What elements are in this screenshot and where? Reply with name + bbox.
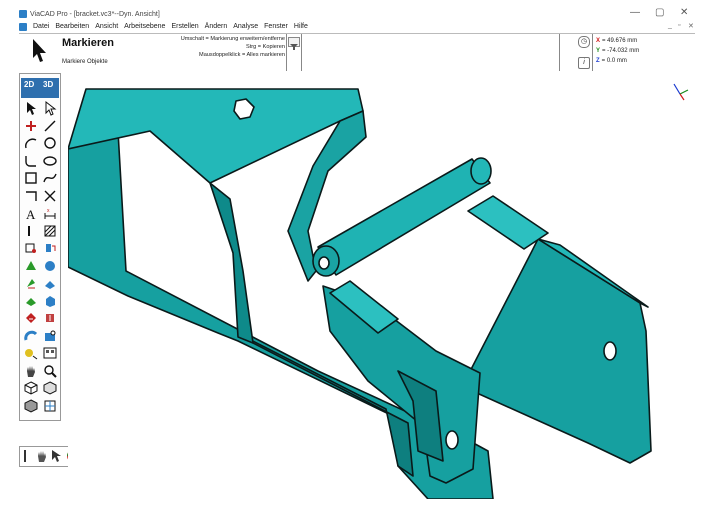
divider xyxy=(592,34,593,71)
hatch-icon[interactable] xyxy=(42,223,58,239)
fillet-icon[interactable] xyxy=(23,153,39,169)
tool-name: Markieren xyxy=(62,37,114,49)
menu-aendern[interactable]: Ändern xyxy=(205,23,228,30)
view-cube-icon[interactable] xyxy=(42,380,58,396)
svg-text:A: A xyxy=(26,207,36,221)
tool-hints: Umschalt = Markierung erweitern/entferne… xyxy=(119,35,285,59)
trim-icon[interactable] xyxy=(23,188,39,204)
z-axis-label: Z xyxy=(596,58,600,64)
tool-description: Markiere Objekte xyxy=(62,59,108,65)
x-axis-label: X xyxy=(596,38,601,44)
window-title: ViaCAD Pro - [bracket.vc3*--Dyn. Ansicht… xyxy=(30,11,160,18)
spline-icon[interactable] xyxy=(42,170,58,186)
circle-icon[interactable] xyxy=(42,135,58,151)
hint-ctrl: Strg = Kopieren xyxy=(245,44,285,50)
menu-hilfe[interactable]: Hilfe xyxy=(294,23,308,30)
boolean-add-icon[interactable] xyxy=(23,310,39,326)
trim-curve-icon[interactable] xyxy=(23,240,39,256)
pin-far-cap xyxy=(470,157,492,185)
box-icon[interactable] xyxy=(42,293,58,309)
divider xyxy=(286,34,287,71)
clip-upper xyxy=(467,195,549,250)
mdi-close-button[interactable]: ✕ xyxy=(688,22,694,30)
x-coordinate: = 49.676 mm xyxy=(602,38,638,44)
clock-icon[interactable]: ◷ xyxy=(578,36,590,48)
pan-icon[interactable] xyxy=(23,363,39,379)
boolean-sub-icon[interactable] xyxy=(42,310,58,326)
pin-cylinder xyxy=(317,158,491,276)
menu-analyse[interactable]: Analyse xyxy=(233,23,258,30)
menu-bar: Datei Bearbeiten Ansicht Arbeitsebene Er… xyxy=(19,21,695,32)
divider xyxy=(301,34,302,71)
left-arm-hole xyxy=(445,430,459,450)
model-viewport[interactable] xyxy=(68,71,695,499)
pin-hole xyxy=(318,256,330,270)
point-icon[interactable] xyxy=(23,118,39,134)
zoom-icon[interactable] xyxy=(42,363,58,379)
menu-datei[interactable]: Datei xyxy=(33,23,49,30)
tool-info-bar: Markieren Markiere Objekte Umschalt = Ma… xyxy=(19,33,695,72)
bracket-right-arm xyxy=(463,238,652,464)
coordinate-panel: ◷ i X = 49.676 mm Y = -74.032 mm Z = 0.0 mm xyxy=(575,34,695,71)
divider xyxy=(559,34,560,71)
rectangle-icon[interactable] xyxy=(23,170,39,186)
mdi-minimize-button[interactable]: _ xyxy=(668,22,672,29)
select-outline-icon[interactable] xyxy=(42,100,58,116)
view-iso-icon[interactable] xyxy=(23,380,39,396)
menu-ansicht[interactable]: Ansicht xyxy=(95,23,118,30)
document-icon[interactable] xyxy=(19,22,27,31)
hint-doubleclick: Mausdoppelklick = Alles markieren xyxy=(199,52,285,58)
blend-icon[interactable] xyxy=(42,328,58,344)
menu-erstellen[interactable]: Erstellen xyxy=(171,23,198,30)
dimension-icon[interactable]: x xyxy=(42,205,58,221)
mode-toggle[interactable]: 2D 3D xyxy=(21,78,59,98)
menu-fenster[interactable]: Fenster xyxy=(264,23,288,30)
close-button[interactable]: ✕ xyxy=(680,7,688,18)
y-axis-label: Y xyxy=(596,48,601,54)
minimize-button[interactable]: — xyxy=(630,7,640,18)
info-icon[interactable]: i xyxy=(578,57,590,69)
extrude-icon[interactable] xyxy=(23,275,39,291)
right-arm-hole xyxy=(603,341,617,361)
mirror-icon[interactable] xyxy=(42,240,58,256)
title-bar: ViaCAD Pro - [bracket.vc3*--Dyn. Ansicht… xyxy=(0,0,713,21)
app-icon xyxy=(19,10,27,18)
menu-bearbeiten[interactable]: Bearbeiten xyxy=(55,23,89,30)
text-icon[interactable]: A xyxy=(23,205,39,222)
line-icon[interactable] xyxy=(42,118,58,134)
select-zoom-icon[interactable] xyxy=(49,448,65,464)
label-icon[interactable] xyxy=(23,223,39,239)
filter-icon[interactable] xyxy=(288,37,300,50)
menu-arbeitsebene[interactable]: Arbeitsebene xyxy=(124,23,165,30)
arc-icon[interactable] xyxy=(23,135,39,151)
select-arrow-icon[interactable] xyxy=(23,100,39,116)
light-icon[interactable] xyxy=(23,345,39,361)
tool-palette: 2D 3D Ax xyxy=(19,73,61,421)
view-front-icon[interactable] xyxy=(23,398,39,414)
render-icon[interactable] xyxy=(42,345,58,361)
pan-icon[interactable] xyxy=(34,448,50,464)
triad-icon xyxy=(673,83,689,101)
status-bar xyxy=(19,499,695,512)
shell-icon[interactable] xyxy=(23,328,39,344)
select-arrow-icon xyxy=(33,39,46,62)
hint-shift: Umschalt = Markierung erweitern/entferne xyxy=(180,36,285,42)
cross-icon[interactable] xyxy=(42,188,58,204)
mdi-restore-button[interactable]: ▫ xyxy=(678,22,680,29)
revolve-icon[interactable] xyxy=(42,275,58,291)
maximize-button[interactable]: ▢ xyxy=(655,7,664,18)
mode-2d[interactable]: 2D xyxy=(24,80,34,89)
ellipse-icon[interactable] xyxy=(42,153,58,169)
mode-3d[interactable]: 3D xyxy=(43,80,53,89)
svg-text:x: x xyxy=(47,208,50,214)
z-coordinate: = 0.0 mm xyxy=(601,58,627,64)
y-coordinate: = -74.032 mm xyxy=(602,48,640,54)
view-grid-icon[interactable] xyxy=(42,398,58,414)
solid-icon[interactable] xyxy=(23,258,39,274)
loft-icon[interactable] xyxy=(23,293,39,309)
sphere-icon[interactable] xyxy=(42,258,58,274)
